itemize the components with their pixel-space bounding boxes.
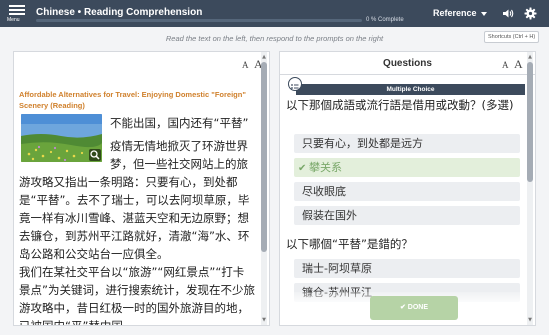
q1-choice-2[interactable]: ✔ 攀关系: [294, 158, 520, 177]
article-image[interactable]: [21, 114, 102, 162]
font-decrease-button[interactable]: A: [242, 60, 249, 70]
questions-panel: Questions A A Multiple Choice 以下那個成語或流行語…: [279, 51, 536, 326]
menu-button[interactable]: Menu: [6, 4, 28, 24]
questions-header: Questions: [383, 58, 432, 69]
reading-scrollbar-thumb[interactable]: [261, 62, 267, 252]
paragraph-1-line-2: 疫情无情地掀灭了环游世界: [110, 139, 248, 153]
questions-font-decrease-button[interactable]: A: [502, 60, 509, 70]
sound-icon[interactable]: [502, 8, 514, 19]
zoom-icon[interactable]: [89, 149, 101, 161]
gear-icon[interactable]: [524, 7, 537, 20]
checkmark-icon: ✔: [399, 304, 406, 311]
choice-label: 假装在国外: [302, 209, 357, 222]
scroll-down-icon[interactable]: ▼: [527, 317, 533, 323]
app-title: Chinese • Reading Comprehension: [36, 7, 203, 18]
reference-label: Reference: [433, 8, 477, 18]
shortcuts-button[interactable]: Shortcuts (Ctrl + H): [484, 31, 540, 43]
header-divider: [280, 74, 535, 75]
section-label: Multiple Choice: [296, 84, 525, 95]
questions-scrollbar-thumb[interactable]: [527, 62, 533, 182]
reading-panel: A A Affordable Alternatives for Travel: …: [13, 51, 270, 326]
question-2: 以下哪個“平替”是錯的？: [286, 237, 413, 251]
menu-label: Menu: [7, 17, 20, 23]
progress-text: 0 % Complete: [366, 17, 404, 23]
progress-bar: [36, 19, 362, 22]
done-label: DONE: [407, 304, 429, 311]
question-1: 以下那個成語或流行語是借用或改動？(多選): [286, 98, 514, 112]
scroll-down-icon[interactable]: ▼: [261, 317, 267, 323]
top-bar: Menu Chinese • Reading Comprehension 0 %…: [0, 0, 549, 27]
choice-label: 只要有心，到处都是远方: [302, 137, 423, 150]
choice-label: 尽收眼底: [302, 185, 346, 198]
questions-scrollbar[interactable]: ▲ ▼: [527, 52, 533, 325]
q2-choice-1[interactable]: 瑞士-阿坝草原: [294, 259, 520, 278]
paragraph-2: 我们在某社交平台以“旅游”“网红景点”“打卡景点”为关键词，进行搜索统计，发现在…: [19, 265, 255, 326]
paragraph-1-rest: 游攻略又指出一条明路：只要有心，到处都是“平替”。去不了瑞士，可以去阿坝草原，毕…: [19, 175, 250, 261]
instructions-text: Read the text on the left, then respond …: [165, 34, 384, 43]
menu-icon: [9, 5, 25, 7]
q1-choice-4[interactable]: 假装在国外: [294, 206, 520, 225]
reference-dropdown[interactable]: Reference: [433, 8, 487, 18]
checkmark-icon: ✔: [298, 163, 307, 174]
paragraph-1-line-1: 不能出国，国内还有“平替”: [110, 116, 249, 130]
reading-scrollbar[interactable]: ▲ ▼: [261, 52, 267, 325]
done-button[interactable]: ✔ DONE: [370, 296, 458, 320]
paragraph-1-line-3: 梦，但一些社交网站上的旅: [110, 157, 248, 171]
scroll-up-icon[interactable]: ▲: [527, 54, 533, 60]
chevron-down-icon: [480, 11, 487, 16]
scroll-up-icon[interactable]: ▲: [261, 54, 267, 60]
choice-label: 瑞士-阿坝草原: [302, 262, 372, 275]
questions-font-increase-button[interactable]: A: [514, 57, 523, 72]
q1-choice-3[interactable]: 尽收眼底: [294, 182, 520, 201]
list-icon: [288, 77, 302, 91]
q1-choice-1[interactable]: 只要有心，到处都是远方: [294, 134, 520, 153]
article-title: Affordable Alternatives for Travel: Enjo…: [19, 90, 246, 110]
choice-label: 攀关系: [309, 161, 342, 174]
